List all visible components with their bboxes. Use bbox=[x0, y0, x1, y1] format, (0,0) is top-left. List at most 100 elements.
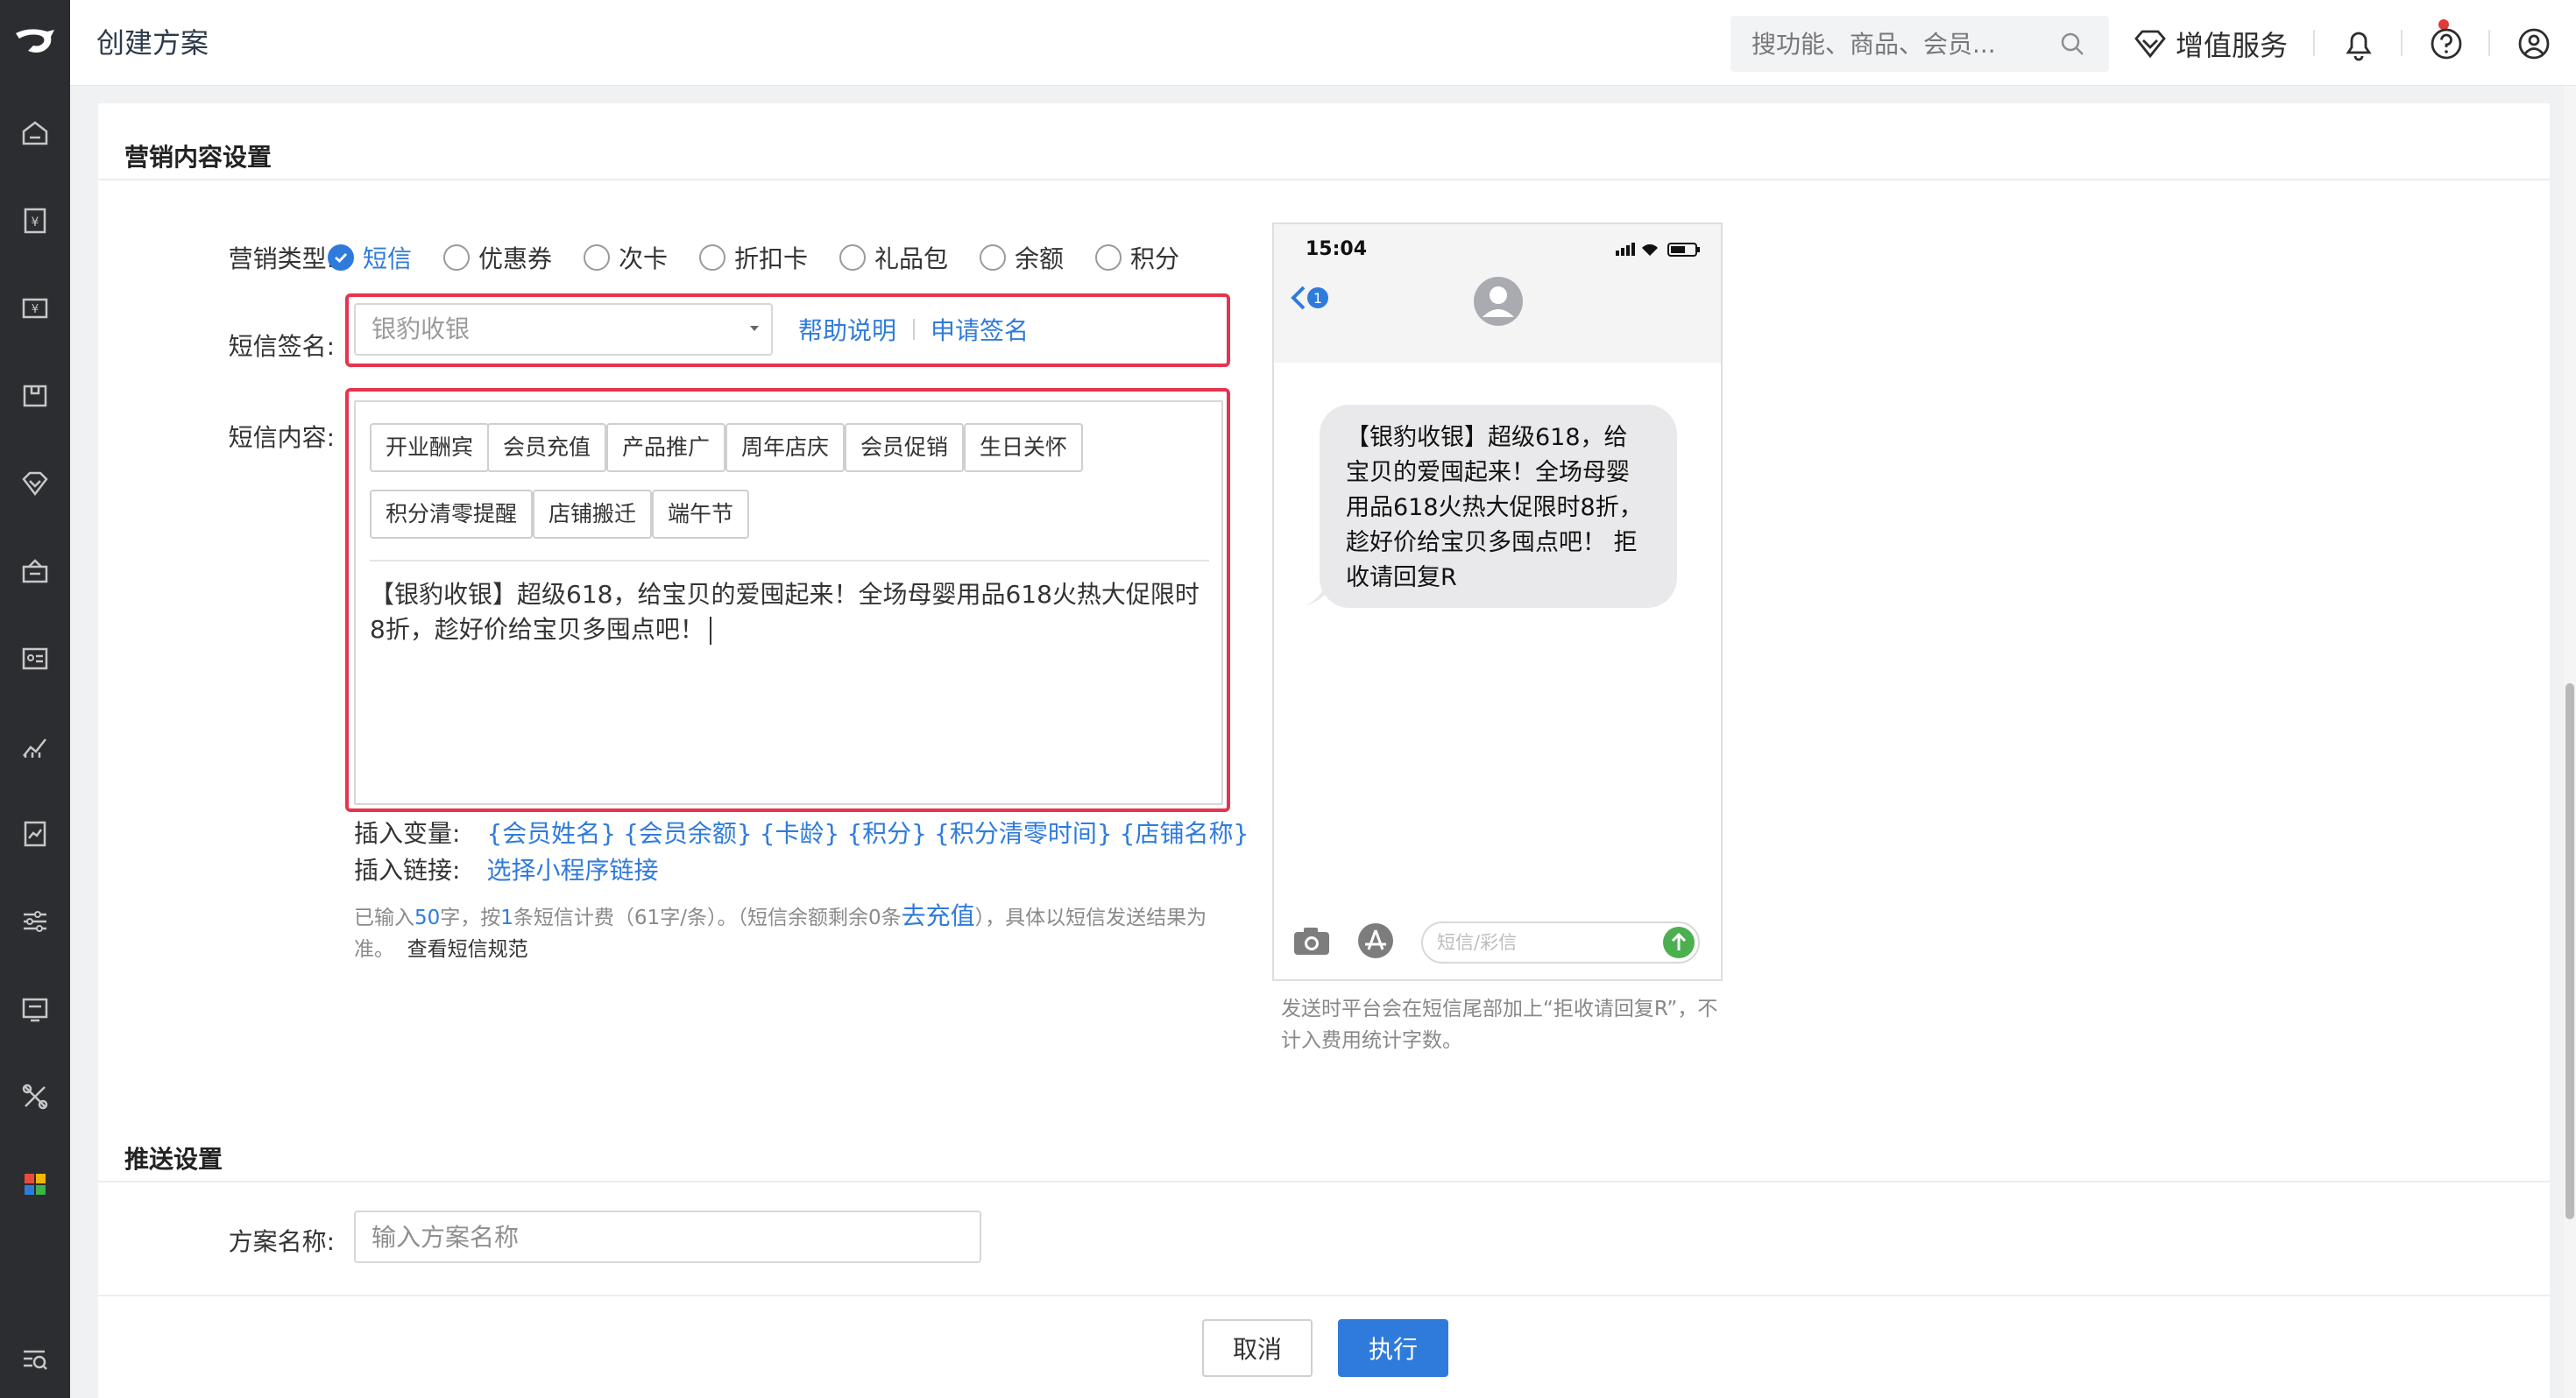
template-tag[interactable]: 生日关怀 bbox=[964, 423, 1084, 472]
radio-label: 礼品包 bbox=[874, 244, 949, 273]
radio-discount-card[interactable]: 折扣卡 bbox=[699, 240, 808, 275]
sms-phone-preview: 15:04 1 【银豹收银】超级618，给宝贝的爱囤起来！全场母婴用品618火热… bbox=[1272, 222, 1723, 981]
sms-content-editor[interactable]: 开业酬宾 会员充值 产品推广 周年店庆 会员促销 生日关怀 积分清零提醒 店铺搬… bbox=[354, 400, 1223, 805]
brand-logo-icon[interactable] bbox=[0, 0, 70, 84]
cancel-button[interactable]: 取消 bbox=[1202, 1319, 1313, 1377]
template-tag[interactable]: 开业酬宾 bbox=[370, 423, 490, 472]
cashier-icon[interactable]: ¥ bbox=[0, 194, 70, 247]
insert-link-row: 插入链接: 选择小程序链接 bbox=[354, 851, 658, 886]
section-title-push: 推送设置 bbox=[124, 1145, 223, 1174]
sms-content-text[interactable]: 【银豹收银】超级618，给宝贝的爱囤起来！全场母婴用品618火热大促限时8折，趁… bbox=[370, 577, 1211, 647]
template-tag[interactable]: 周年店庆 bbox=[725, 423, 846, 472]
mini-program-link[interactable]: 选择小程序链接 bbox=[486, 851, 658, 886]
search-input[interactable] bbox=[1730, 16, 2055, 72]
app-grid-icon[interactable] bbox=[0, 1158, 70, 1211]
marketing-type-label: 营销类型: bbox=[228, 244, 335, 273]
member-card-icon[interactable] bbox=[0, 632, 70, 685]
top-header: 创建方案 增值服务 bbox=[70, 0, 2576, 86]
member-diamond-icon[interactable] bbox=[0, 457, 70, 510]
template-tag[interactable]: 会员充值 bbox=[487, 423, 607, 472]
hint-text: 条短信计费（61字/条）。（短信余额剩余0条 bbox=[513, 907, 902, 929]
help-icon[interactable] bbox=[2427, 25, 2466, 63]
radio-balance[interactable]: 余额 bbox=[980, 240, 1064, 275]
sms-bubble: 【银豹收银】超级618，给宝贝的爱囤起来！全场母婴用品618火热大促限时8折，趁… bbox=[1320, 405, 1677, 608]
insert-variable-label: 插入变量: bbox=[354, 819, 461, 848]
insert-variable-row: 插入变量: {会员姓名} {会员余额} {卡龄} {积分} {积分清零时间} {… bbox=[354, 815, 1249, 850]
radio-coupon[interactable]: 优惠券 bbox=[443, 240, 552, 275]
radio-sms[interactable]: 短信 bbox=[328, 240, 412, 275]
contact-avatar-icon bbox=[1474, 277, 1523, 326]
form-card: 营销内容设置 营销类型: 短信 优惠券 次卡 折扣卡 礼品包 余额 积分 短信签… bbox=[98, 103, 2550, 1398]
sms-billing-hint: 已输入50字，按1条短信计费（61字/条）。（短信余额剩余0条去充值），具体以短… bbox=[354, 900, 1230, 965]
back-chevron-icon[interactable]: 1 bbox=[1288, 282, 1332, 314]
radio-label: 优惠券 bbox=[478, 244, 553, 273]
radio-checked-icon bbox=[328, 244, 354, 271]
settings-sliders-icon[interactable] bbox=[0, 895, 70, 948]
menu-search-icon[interactable] bbox=[0, 1333, 70, 1386]
apply-signature-link[interactable]: 申请签名 bbox=[931, 312, 1029, 347]
signal-wifi-battery-icon bbox=[1616, 243, 1700, 257]
template-tag[interactable]: 会员促销 bbox=[845, 423, 965, 472]
recharge-link[interactable]: 去充值 bbox=[902, 901, 975, 930]
variable-link[interactable]: {店铺名称} bbox=[1120, 815, 1249, 850]
bubble-tail bbox=[1304, 573, 1339, 606]
svg-text:¥: ¥ bbox=[32, 215, 39, 229]
bell-icon[interactable] bbox=[2339, 25, 2378, 63]
template-tag[interactable]: 产品推广 bbox=[606, 423, 726, 472]
sms-signature-select[interactable]: 银豹收银 bbox=[354, 303, 773, 356]
variable-link[interactable]: {积分} bbox=[846, 815, 927, 850]
header-divider bbox=[2401, 30, 2403, 56]
help-link[interactable]: 帮助说明 bbox=[798, 312, 896, 347]
search-icon[interactable] bbox=[2058, 30, 2086, 58]
home-icon[interactable] bbox=[0, 107, 70, 159]
send-arrow-icon bbox=[1663, 927, 1695, 958]
goods-icon[interactable] bbox=[0, 370, 70, 422]
tools-icon[interactable] bbox=[0, 1070, 70, 1123]
template-tag[interactable]: 积分清零提醒 bbox=[370, 490, 534, 539]
hint-text: 字，按 bbox=[440, 907, 501, 929]
action-footer: 取消 执行 bbox=[98, 1295, 2550, 1398]
char-count: 50 bbox=[414, 907, 441, 929]
radio-label: 积分 bbox=[1130, 244, 1180, 273]
radio-label: 余额 bbox=[1015, 244, 1065, 273]
insert-link-label: 插入链接: bbox=[354, 856, 461, 885]
device-icon[interactable] bbox=[0, 983, 70, 1035]
radio-times-card[interactable]: 次卡 bbox=[584, 240, 668, 275]
header-divider bbox=[2313, 30, 2315, 56]
template-tag[interactable]: 店铺搬迁 bbox=[533, 490, 653, 539]
value-added-label: 增值服务 bbox=[2176, 29, 2289, 62]
sms-input-field: 短信/彩信 bbox=[1421, 921, 1700, 964]
sms-spec-link[interactable]: 查看短信规范 bbox=[407, 938, 528, 961]
variable-link[interactable]: {卡龄} bbox=[760, 815, 840, 850]
camera-icon bbox=[1294, 928, 1329, 955]
execute-button[interactable]: 执行 bbox=[1338, 1319, 1448, 1377]
template-tag[interactable]: 端午节 bbox=[652, 490, 750, 539]
header-divider bbox=[2488, 30, 2490, 56]
phone-time: 15:04 bbox=[1306, 238, 1368, 260]
variable-link[interactable]: {会员姓名} bbox=[486, 815, 616, 850]
plan-name-label: 方案名称: bbox=[228, 1227, 335, 1256]
radio-unchecked-icon bbox=[584, 244, 610, 271]
user-account-icon[interactable] bbox=[2515, 25, 2553, 63]
page-scrollbar[interactable] bbox=[2564, 86, 2576, 1398]
section-divider bbox=[98, 1181, 2550, 1183]
payment-icon[interactable]: ¥ bbox=[0, 282, 70, 335]
value-added-services-button[interactable]: 增值服务 bbox=[2134, 18, 2288, 70]
marketing-gift-icon[interactable] bbox=[0, 545, 70, 597]
page-title: 创建方案 bbox=[96, 26, 209, 60]
analysis-icon[interactable] bbox=[0, 808, 70, 860]
report-chart-icon[interactable] bbox=[0, 720, 70, 773]
radio-points[interactable]: 积分 bbox=[1095, 240, 1179, 275]
global-search[interactable] bbox=[1730, 16, 2109, 72]
radio-label: 次卡 bbox=[619, 244, 669, 273]
scrollbar-thumb[interactable] bbox=[2565, 683, 2574, 1219]
chevron-down-icon bbox=[750, 326, 759, 331]
variable-link[interactable]: {积分清零时间} bbox=[934, 815, 1113, 850]
plan-name-input[interactable] bbox=[354, 1211, 981, 1263]
radio-label: 折扣卡 bbox=[734, 244, 809, 273]
radio-gift-pack[interactable]: 礼品包 bbox=[839, 240, 948, 275]
radio-unchecked-icon bbox=[980, 244, 1006, 271]
link-divider bbox=[913, 319, 915, 340]
radio-label: 短信 bbox=[363, 244, 413, 273]
variable-link[interactable]: {会员余额} bbox=[623, 815, 753, 850]
